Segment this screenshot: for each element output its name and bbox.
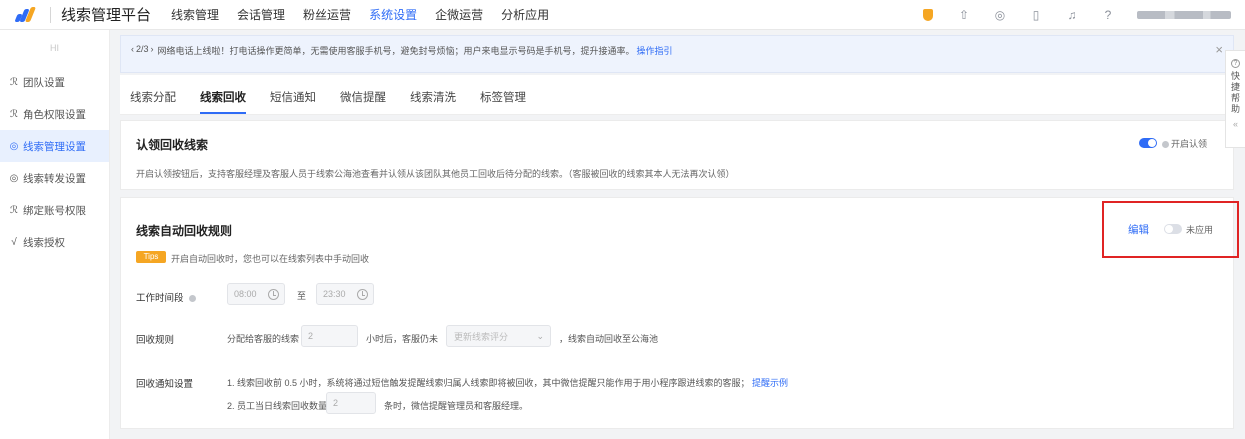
bind-icon: ℛ	[10, 204, 18, 216]
claim-recycle-card: 认领回收线索 开启认领 开启认领按钮后，支持客服经理及客服人员于线索公海池查看并…	[120, 120, 1234, 190]
collapse-icon[interactable]: «	[1233, 119, 1238, 129]
sidebar-item-label: 线索授权	[23, 236, 65, 249]
notify-line-1: 1. 线索回收前 0.5 小时，系统将通过短信触发提醒线索归属人线索即将被回收，…	[227, 376, 788, 389]
nav-item-sessions[interactable]: 会话管理	[237, 0, 285, 30]
role-icon: ℛ	[10, 108, 18, 120]
nav-item-fans[interactable]: 粉丝运营	[303, 0, 351, 30]
sidebar-collapse-handle[interactable]: HI	[0, 30, 109, 66]
notify-line-1-text: 1. 线索回收前 0.5 小时，系统将通过短信触发提醒线索归属人线索即将被回收，…	[227, 378, 750, 388]
divider	[50, 6, 51, 23]
sidebar-item-lead-forwarding[interactable]: ◎ 线索转发设置	[0, 162, 109, 194]
tab-tag-management[interactable]: 标签管理	[480, 89, 526, 114]
sidebar-item-role-permissions[interactable]: ℛ 角色权限设置	[0, 98, 109, 130]
claim-card-description: 开启认领按钮后，支持客服经理及客服人员于线索公海池查看并认领从该团队其他员工回收…	[136, 169, 735, 179]
help-char: 帮	[1230, 93, 1240, 103]
hours-value: 2	[308, 331, 314, 341]
rule-prefix-text: 分配给客服的线索	[227, 334, 300, 344]
shield-icon[interactable]	[921, 8, 935, 22]
sidebar-item-lead-auth[interactable]: √ 线索授权	[0, 226, 109, 258]
bell-icon[interactable]: ♫	[1065, 8, 1079, 22]
notice-next-icon[interactable]: ›	[151, 44, 154, 54]
sidebar-item-team-settings[interactable]: ℛ 团队设置	[0, 66, 109, 98]
sidebar-item-label: 绑定账号权限	[23, 204, 86, 217]
end-time-input[interactable]: 23:30	[316, 283, 374, 305]
help-icon	[189, 294, 197, 302]
claim-toggle-label: 开启认领	[1171, 139, 1208, 149]
notice-banner: ‹ 2/3 › 网络电话上线啦！打电话操作更简单，无需使用客服手机号，避免封号烦…	[120, 35, 1234, 73]
sidebar-item-label: 角色权限设置	[23, 108, 86, 121]
sidebar: HI ℛ 团队设置 ℛ 角色权限设置 ◎ 线索管理设置 ◎ 线索转发设置 ℛ 绑…	[0, 30, 110, 439]
work-time-label: 工作时间段	[136, 293, 184, 304]
sidebar-item-label: 线索管理设置	[23, 140, 86, 153]
app-logo[interactable]	[14, 6, 38, 23]
nav-item-wecom[interactable]: 企微运营	[435, 0, 483, 30]
nav-item-leads[interactable]: 线索管理	[171, 0, 219, 30]
nav-item-analytics[interactable]: 分析应用	[501, 0, 549, 30]
end-time-value: 23:30	[323, 289, 346, 299]
notice-pager: 2/3	[136, 44, 149, 54]
help-icon[interactable]: ?	[1101, 8, 1115, 22]
hours-input[interactable]: 2	[301, 325, 358, 347]
info-icon	[1162, 141, 1169, 149]
settings-tabs: 线索分配 线索回收 短信通知 微信提醒 线索清洗 标签管理	[120, 75, 1234, 115]
settings-icon: ◎	[9, 140, 19, 152]
highlight-box	[1102, 201, 1239, 258]
remind-example-link[interactable]: 提醒示例	[752, 378, 788, 388]
sidebar-item-label: 线索转发设置	[23, 172, 86, 185]
rule-middle-text: 小时后，客服仍未	[366, 334, 439, 344]
tab-sms-notify[interactable]: 短信通知	[270, 89, 316, 114]
notify-count-input[interactable]: 2	[326, 392, 376, 414]
sidebar-item-bind-account[interactable]: ℛ 绑定账号权限	[0, 194, 109, 226]
main-nav: 线索管理 会话管理 粉丝运营 系统设置 企微运营 分析应用	[171, 0, 567, 30]
top-nav-bar: 线索管理平台 线索管理 会话管理 粉丝运营 系统设置 企微运营 分析应用 ⇧ ◎…	[0, 0, 1245, 30]
app-title: 线索管理平台	[61, 7, 152, 24]
auth-icon: √	[11, 236, 17, 248]
select-placeholder: 更新线索评分	[454, 331, 509, 342]
close-icon[interactable]: ×	[1215, 42, 1223, 57]
notice-guide-link[interactable]: 操作指引	[637, 44, 673, 57]
tips-text: 开启自动回收时，您也可以在线索列表中手动回收	[171, 254, 370, 264]
clock-icon	[357, 289, 368, 300]
recycle-rule-label: 回收规则	[136, 335, 175, 346]
work-time-label-wrap: 工作时间段	[136, 290, 198, 304]
help-char: 快	[1230, 71, 1240, 81]
tips-badge: Tips	[136, 251, 166, 263]
auto-recycle-card: 线索自动回收规则 编辑 未应用 Tips 开启自动回收时，您也可以在线索列表中手…	[120, 197, 1234, 429]
sidebar-item-lead-management-settings[interactable]: ◎ 线索管理设置	[0, 130, 109, 162]
notice-prev-icon[interactable]: ‹	[131, 44, 134, 54]
claim-toggle[interactable]	[1139, 138, 1157, 148]
main-content: ‹ 2/3 › 网络电话上线啦！打电话操作更简单，无需使用客服手机号，避免封号烦…	[120, 35, 1234, 429]
help-icon: ?	[1231, 59, 1240, 68]
sidebar-item-label: 团队设置	[23, 76, 65, 89]
top-icons: ⇧ ◎ ▯ ♫ ?	[921, 0, 1245, 30]
tab-lead-allocation[interactable]: 线索分配	[130, 89, 176, 114]
notice-text: 网络电话上线啦！打电话操作更简单，无需使用客服手机号，避免封号烦恼；用户来电显示…	[157, 46, 635, 56]
tab-wechat-remind[interactable]: 微信提醒	[340, 89, 386, 114]
to-label: 至	[297, 291, 307, 301]
start-time-value: 08:00	[234, 289, 257, 299]
user-account-name[interactable]	[1137, 11, 1231, 19]
forward-icon: ◎	[9, 172, 19, 184]
rule-suffix-text: ，线索自动回收至公海池	[559, 334, 659, 344]
team-icon: ℛ	[10, 76, 18, 88]
quick-help-panel[interactable]: ? 快 捷 帮 助 «	[1225, 50, 1245, 148]
notify-line-2-suffix: 条时，微信提醒管理员和客服经理。	[384, 401, 529, 411]
tab-lead-recycle[interactable]: 线索回收	[200, 89, 246, 114]
chevron-down-icon: ⌄	[536, 331, 544, 341]
notify-count-value: 2	[333, 398, 339, 408]
notify-settings-label: 回收通知设置	[136, 379, 194, 390]
palette-icon[interactable]: ◎	[993, 8, 1007, 22]
nav-item-system-settings[interactable]: 系统设置	[369, 0, 417, 30]
help-char: 捷	[1230, 82, 1240, 92]
auto-card-title: 线索自动回收规则	[136, 224, 233, 238]
tab-lead-cleaning[interactable]: 线索清洗	[410, 89, 456, 114]
claim-toggle-label-wrap: 开启认领	[1162, 137, 1207, 150]
mobile-icon[interactable]: ▯	[1029, 8, 1043, 22]
followup-condition-select[interactable]: 更新线索评分 ⌄	[446, 325, 551, 347]
start-time-input[interactable]: 08:00	[227, 283, 285, 305]
clock-icon	[268, 289, 279, 300]
upload-icon[interactable]: ⇧	[957, 8, 971, 22]
help-char: 助	[1230, 104, 1240, 114]
claim-card-title: 认领回收线索	[136, 138, 209, 152]
